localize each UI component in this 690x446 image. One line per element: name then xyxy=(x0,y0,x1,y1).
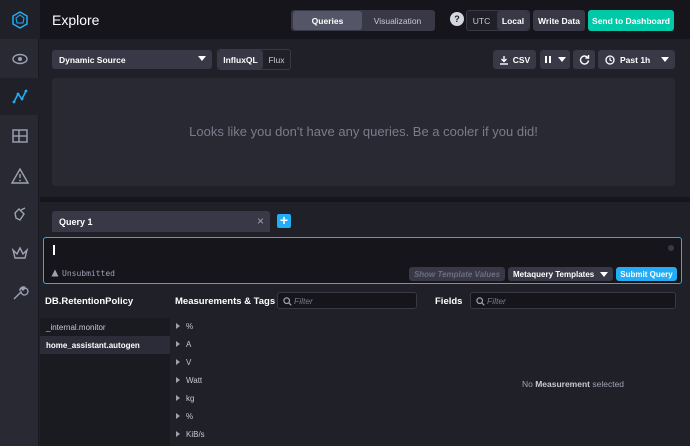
chevron-down-icon xyxy=(661,57,669,62)
clock-icon xyxy=(605,54,615,65)
language-influxql-button[interactable]: InfluxQL xyxy=(218,50,263,69)
text-cursor xyxy=(53,245,55,255)
list-item[interactable]: home_assistant.autogen xyxy=(40,336,170,354)
caret-right-icon xyxy=(176,323,180,329)
sidebar-item-dashboards[interactable] xyxy=(0,117,39,154)
tab-visualization[interactable]: Visualization xyxy=(362,11,433,30)
caret-right-icon xyxy=(176,413,180,419)
autorefresh-dropdown[interactable] xyxy=(540,50,570,69)
graph-line-icon xyxy=(12,89,27,103)
measurement-label: Watt xyxy=(186,376,203,385)
send-to-dashboard-button[interactable]: Send to Dashboard xyxy=(588,10,674,31)
measurements-filter-input[interactable]: Filter xyxy=(277,292,417,309)
sidebar-item-configuration[interactable] xyxy=(0,274,39,311)
caret-right-icon xyxy=(176,431,180,437)
measurement-item[interactable]: A xyxy=(176,340,191,349)
pause-icon xyxy=(545,56,551,63)
source-label: Dynamic Source xyxy=(59,54,126,65)
download-icon xyxy=(499,55,508,65)
show-template-values-button[interactable]: Show Template Values xyxy=(409,267,505,281)
measurement-label: V xyxy=(186,358,192,367)
editor-status-dot xyxy=(668,245,674,251)
fields-filter-placeholder: Filter xyxy=(487,296,506,306)
query-status-text: Unsubmitted xyxy=(62,269,115,278)
metaquery-templates-label: Metaquery Templates xyxy=(513,269,595,279)
close-icon[interactable]: × xyxy=(257,214,264,228)
no-measurement-bold: Measurement xyxy=(535,379,590,389)
measurement-label: % xyxy=(186,322,194,331)
crown-icon xyxy=(11,245,28,259)
eye-icon xyxy=(11,53,28,64)
measurement-label: KiB/s xyxy=(186,430,205,439)
no-measurement-message: No Measurement selected xyxy=(470,379,676,389)
refresh-button[interactable] xyxy=(573,50,595,69)
sidebar-item-status[interactable] xyxy=(0,40,39,77)
measurement-item[interactable]: Watt xyxy=(176,376,202,385)
help-icon[interactable]: ? xyxy=(450,12,464,26)
sidebar-item-log-viewer[interactable] xyxy=(0,195,39,232)
empty-graph-message: Looks like you don't have any queries. B… xyxy=(189,124,538,139)
no-measurement-prefix: No xyxy=(521,379,533,389)
no-measurement-suffix: selected xyxy=(592,379,625,389)
sidebar-item-admin[interactable] xyxy=(0,234,39,271)
time-range-label: Past 1h xyxy=(620,54,651,65)
logo-icon[interactable] xyxy=(0,0,39,39)
caret-right-icon xyxy=(176,359,180,365)
caret-right-icon xyxy=(176,377,180,383)
sidebar-item-explore[interactable] xyxy=(0,78,39,115)
chevron-down-icon xyxy=(198,56,206,61)
measurement-item[interactable]: KiB/s xyxy=(176,430,205,439)
tab-queries[interactable]: Queries xyxy=(293,11,362,30)
chevron-down-icon xyxy=(600,272,608,277)
measurement-label: % xyxy=(186,412,194,421)
wrench-icon xyxy=(13,285,29,299)
measurement-item[interactable]: V xyxy=(176,358,191,367)
time-range-dropdown[interactable]: Past 1h xyxy=(598,50,675,69)
dashboard-grid-icon xyxy=(11,128,28,143)
csv-label: CSV xyxy=(512,54,531,65)
wrench-hand-icon xyxy=(13,206,25,221)
measurement-label: A xyxy=(186,340,192,349)
add-query-button[interactable]: + xyxy=(277,213,291,228)
timezone-local-button[interactable]: Local xyxy=(497,11,529,30)
write-data-button[interactable]: Write Data xyxy=(533,10,585,31)
source-dropdown[interactable]: Dynamic Source xyxy=(52,50,212,69)
db-retention-header: DB.RetentionPolicy xyxy=(45,296,134,307)
resize-divider[interactable] xyxy=(40,197,690,202)
query-status: Unsubmitted xyxy=(51,269,115,278)
caret-right-icon xyxy=(176,395,180,401)
fields-filter-input[interactable]: Filter xyxy=(470,292,676,309)
page-title: Explore xyxy=(52,12,100,28)
measurement-label: kg xyxy=(186,394,195,403)
search-icon xyxy=(476,297,485,306)
language-flux-button[interactable]: Flux xyxy=(263,50,290,69)
search-icon xyxy=(283,297,292,306)
measurement-item[interactable]: kg xyxy=(176,394,194,403)
csv-download-button[interactable]: CSV xyxy=(493,50,536,69)
refresh-icon xyxy=(579,55,589,65)
chevron-down-icon xyxy=(558,57,566,62)
measurements-header: Measurements & Tags xyxy=(175,296,276,307)
sidebar-item-alerting[interactable] xyxy=(0,157,39,194)
fields-header: Fields xyxy=(435,296,463,307)
alert-triangle-icon xyxy=(10,167,29,184)
warning-icon xyxy=(51,269,59,277)
query-tab[interactable]: Query 1 xyxy=(52,211,270,232)
caret-right-icon xyxy=(176,341,180,347)
measurement-item[interactable]: % xyxy=(176,322,193,331)
submit-query-button[interactable]: Submit Query xyxy=(616,267,677,281)
measurements-filter-placeholder: Filter xyxy=(294,296,313,306)
measurement-item[interactable]: % xyxy=(176,412,193,421)
metaquery-templates-dropdown[interactable]: Metaquery Templates xyxy=(508,267,613,281)
list-item[interactable]: _internal.monitor xyxy=(40,318,170,336)
timezone-utc-button[interactable]: UTC xyxy=(467,11,496,30)
